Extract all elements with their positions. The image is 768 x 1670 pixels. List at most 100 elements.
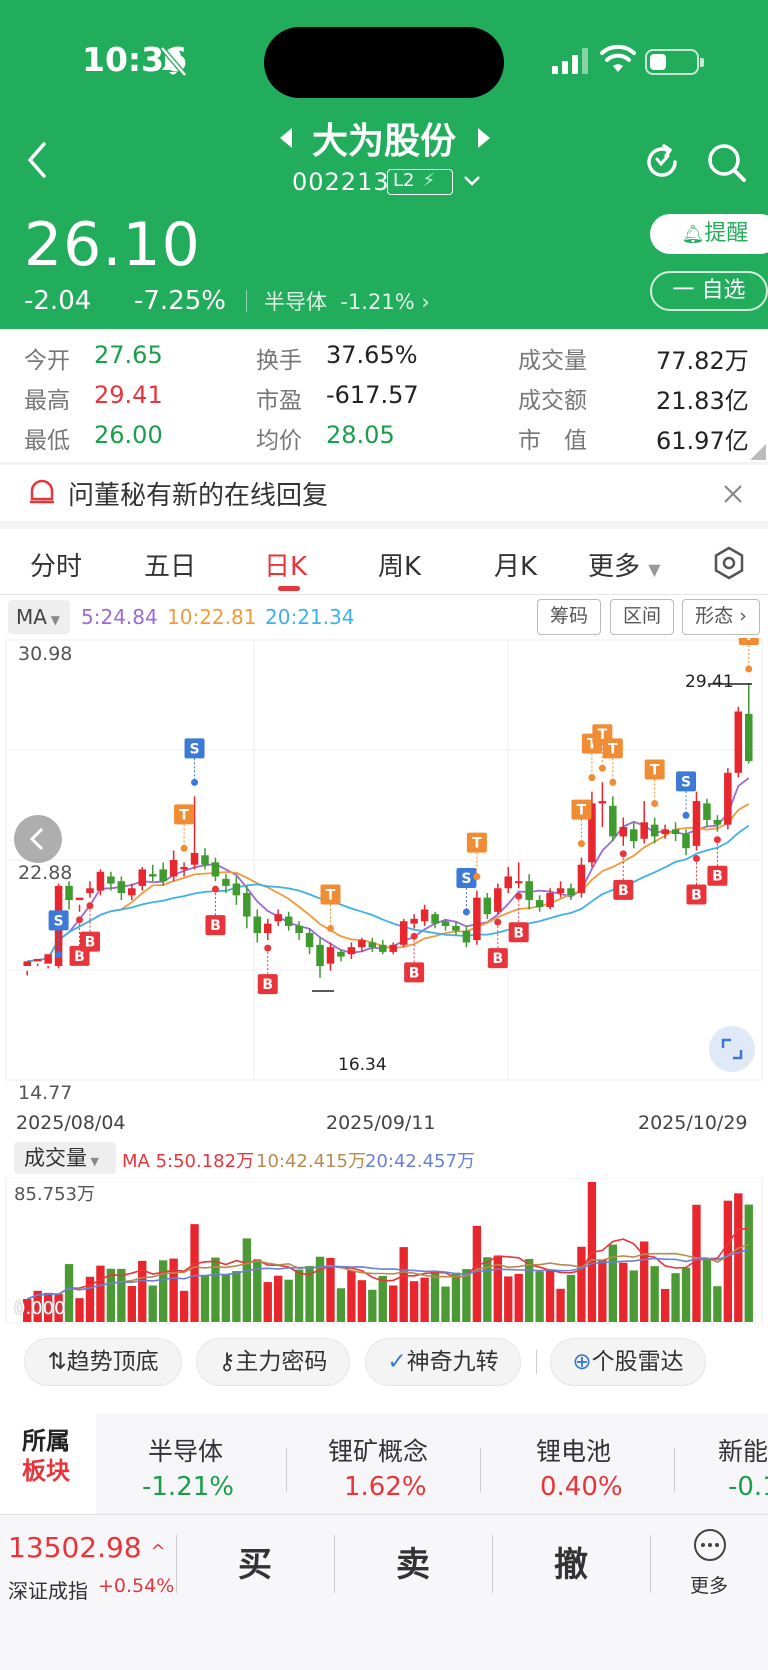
main-force-code-button[interactable]: ⚷主力密码 (196, 1338, 350, 1386)
low-price-marker: 16.34 (338, 1055, 387, 1075)
fullscreen-button[interactable] (709, 1026, 755, 1072)
level2-badge[interactable]: L2 ⚡ (387, 169, 453, 195)
candle-body (33, 958, 42, 962)
volume-bar (169, 1258, 178, 1322)
candle-body (389, 944, 397, 952)
volume-bar (127, 1286, 136, 1322)
signal-label: B (492, 951, 503, 967)
candle-body (263, 923, 272, 934)
avg-price-label: 均价 (256, 428, 302, 454)
volume-bar (284, 1279, 293, 1322)
pe-value: -617.57 (326, 381, 419, 409)
candle-body (232, 883, 241, 896)
tab-weekly-k[interactable]: 周K (378, 546, 421, 583)
index-value[interactable]: 13502.98 ^ (8, 1531, 166, 1564)
next-stock-icon[interactable] (474, 126, 492, 150)
pattern-button[interactable]: 形态 › (682, 599, 760, 635)
tab-intraday[interactable]: 分时 (30, 546, 82, 583)
sector-link[interactable]: 半导体 -1.21% › (264, 286, 430, 316)
candle-body (86, 888, 94, 893)
ma-dropdown[interactable]: MA ▼ (8, 600, 70, 634)
more-button[interactable]: 更多 (690, 1527, 730, 1597)
divider (0, 594, 768, 595)
pe-label: 市盈 (256, 388, 302, 414)
buy-button[interactable]: 买 (238, 1537, 272, 1586)
tab-more[interactable]: 更多 ▼ (588, 546, 661, 583)
low-label: 最低 (24, 428, 70, 454)
candle-body (410, 918, 418, 924)
kline-chart[interactable]: SBBTSBBTBSTBBTTTTBTSBBT (0, 638, 768, 1106)
candle-body (44, 954, 52, 964)
scroll-left-button[interactable] (14, 815, 62, 863)
sell-button[interactable]: 卖 (396, 1537, 430, 1586)
vol-ma20: 20:42.457万 (365, 1151, 475, 1172)
sector-item-name[interactable]: 锂矿概念 (328, 1432, 428, 1468)
candle-body (284, 916, 293, 926)
volume-bar (629, 1270, 638, 1322)
refresh-icon[interactable] (642, 142, 682, 182)
caret-up-icon: ^ (150, 1541, 166, 1562)
candle-body (305, 933, 314, 948)
expand-corner-icon[interactable] (750, 444, 766, 460)
sector-item-name[interactable]: 锂电池 (536, 1432, 611, 1468)
candle-body (138, 869, 147, 886)
signal-dot (588, 774, 596, 782)
candle-body (253, 916, 262, 934)
signal-label: T (577, 803, 587, 819)
volume-indicator-dropdown[interactable]: 成交量 ▼ (14, 1142, 116, 1174)
search-icon[interactable] (706, 142, 748, 184)
low-value: 26.00 (94, 421, 163, 449)
volume-bar (556, 1288, 565, 1322)
signal-dot (609, 778, 617, 786)
signal-dot (211, 885, 219, 893)
candle-body (661, 829, 669, 835)
candle-body (358, 940, 366, 948)
volume-bar (744, 1204, 753, 1322)
signal-dot (180, 844, 188, 852)
candle-body (745, 713, 753, 762)
chart-grid (5, 639, 763, 1081)
tab-daily-k[interactable]: 日K (264, 546, 307, 583)
check-wave-icon: ✓ (387, 1349, 407, 1375)
notice-bar[interactable]: 问董秘有新的在线回复 (0, 465, 768, 521)
tab-five-day[interactable]: 五日 (144, 546, 196, 583)
stock-radar-button[interactable]: ⊕个股雷达 (550, 1338, 706, 1386)
volume-bar (179, 1290, 189, 1322)
candle-body (504, 876, 513, 889)
magic-nine-button[interactable]: ✓神奇九转 (365, 1338, 521, 1386)
ma5-line (27, 777, 750, 963)
tab-monthly-k[interactable]: 月K (494, 546, 537, 583)
volume-bar (117, 1268, 126, 1322)
volume-bar (504, 1276, 513, 1322)
chip-button[interactable]: 筹码 (537, 599, 601, 635)
volume-bar (347, 1270, 356, 1322)
trend-top-bottom-button[interactable]: ⇅趋势顶底 (24, 1338, 182, 1386)
volume-chart[interactable] (0, 1178, 768, 1324)
chevron-down-icon[interactable] (462, 174, 482, 188)
price-change-pct: -7.25% (134, 286, 226, 316)
close-icon[interactable] (722, 483, 744, 505)
sector-item-pct: -1.21% (142, 1472, 234, 1502)
settings-icon[interactable] (712, 546, 746, 580)
signal-dot (55, 950, 63, 958)
volume-bar (713, 1286, 722, 1322)
volume-bar (242, 1238, 252, 1322)
candle-body (598, 801, 607, 804)
divider (334, 1535, 335, 1593)
add-watchlist-button[interactable]: 一 自选 (650, 271, 768, 311)
stock-code: 002213 (292, 168, 390, 196)
range-button[interactable]: 区间 (610, 599, 674, 635)
sector-item-name[interactable]: 半导体 (148, 1432, 223, 1468)
candles (23, 682, 753, 978)
remind-button[interactable]: 🔔︎提醒 (650, 214, 768, 254)
candle-body (577, 864, 586, 893)
cancel-order-button[interactable]: 撤 (554, 1537, 588, 1586)
signal-label: T (608, 741, 618, 757)
signal-label: B (409, 965, 420, 981)
sector-item-name[interactable]: 新能 (718, 1432, 768, 1468)
candle-body (462, 930, 471, 943)
stock-header: 10:36 大为股份 002213 L2 ⚡ 26.10 -2.04 -7.25% (0, 0, 768, 329)
candle-body (473, 897, 481, 941)
candle-body (399, 921, 408, 945)
ma10-value: 10:22.81 (167, 605, 257, 629)
